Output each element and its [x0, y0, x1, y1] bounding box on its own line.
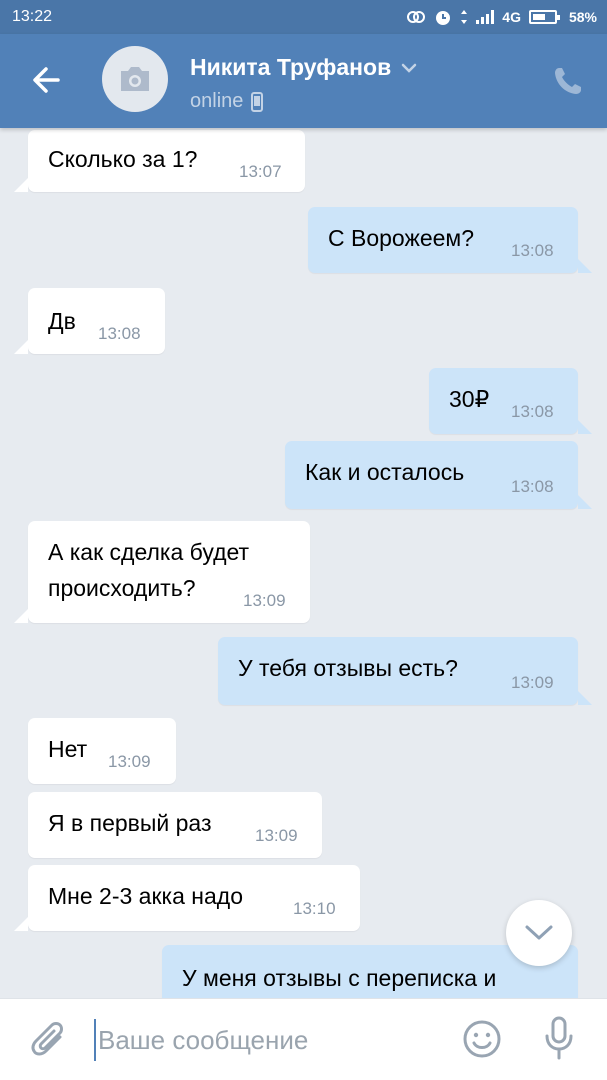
message-bubble-outgoing[interactable]: У тебя отзывы есть? 13:09 — [218, 637, 592, 705]
message-time: 13:09 — [243, 591, 286, 610]
chevron-down-icon — [525, 925, 553, 940]
message-bubble-incoming[interactable]: Нет 13:09 — [28, 718, 176, 784]
message-text: Дв — [48, 308, 76, 334]
message-time: 13:10 — [293, 899, 336, 918]
status-bar: 13:22 4G 58% — [0, 0, 607, 34]
message-text: 30₽ — [449, 386, 490, 412]
microphone-icon — [545, 1016, 573, 1060]
message-text: Мне 2-3 акка надо — [48, 883, 243, 909]
message-bubble-incoming[interactable]: А как сделка будет происходить? 13:09 — [14, 521, 310, 623]
voice-message-button[interactable] — [540, 1015, 578, 1061]
status-time: 13:22 — [12, 8, 53, 25]
message-time: 13:09 — [255, 826, 298, 845]
message-bubble-incoming[interactable]: Сколько за 1? 13:07 — [14, 130, 305, 192]
camera-icon — [121, 67, 149, 91]
message-text: У тебя отзывы есть? — [238, 655, 458, 681]
contact-subtitle: online — [190, 90, 264, 113]
back-button[interactable] — [28, 58, 68, 102]
chevron-down-icon — [402, 63, 417, 73]
message-bubble-incoming[interactable]: Я в первый раз 13:09 — [28, 792, 322, 858]
battery-icon — [528, 10, 560, 24]
message-text-line-1: А как сделка будет — [48, 539, 250, 565]
data-transfer-icon — [461, 10, 468, 24]
call-button[interactable] — [551, 64, 585, 98]
online-status: online — [190, 90, 244, 112]
smiley-icon — [463, 1020, 501, 1058]
message-time: 13:08 — [511, 477, 554, 496]
contact-name: Никита Труфанов — [190, 54, 392, 80]
paperclip-icon — [31, 1022, 63, 1056]
message-bubble-incoming[interactable]: Дв 13:08 — [14, 288, 165, 354]
message-bubble-incoming[interactable]: Мне 2-3 акка надо 13:10 — [14, 865, 360, 931]
message-text: Я в первый раз — [48, 810, 212, 836]
alarm-icon — [436, 11, 451, 25]
avatar[interactable] — [102, 46, 168, 112]
message-time: 13:08 — [511, 241, 554, 260]
message-list[interactable]: Сколько за 1? 13:07 С Ворожеем? 13:08 Дв… — [0, 128, 607, 998]
message-bubble-outgoing[interactable]: С Ворожеем? 13:08 — [308, 207, 592, 273]
attach-button[interactable] — [30, 1019, 68, 1061]
message-time: 13:08 — [511, 402, 554, 421]
message-text: У меня отзывы с переписка и — [182, 965, 497, 991]
sync-icon — [407, 11, 426, 23]
message-text: Как и осталось — [305, 459, 465, 485]
message-text: Нет — [48, 736, 88, 762]
message-input[interactable] — [94, 1019, 434, 1061]
signal-icon — [476, 10, 495, 24]
message-text: Сколько за 1? — [48, 146, 198, 172]
phone-icon — [555, 68, 581, 94]
message-time: 13:08 — [98, 324, 141, 343]
message-bubble-outgoing[interactable]: 30₽ 13:08 — [429, 368, 592, 434]
message-text: С Ворожеем? — [328, 225, 475, 251]
chat-header: Никита Труфанов online — [0, 34, 607, 128]
message-bubble-outgoing[interactable]: Как и осталось 13:08 — [285, 441, 592, 509]
message-text-line-2: происходить? — [48, 575, 196, 601]
mobile-phone-icon — [251, 91, 264, 112]
message-time: 13:09 — [108, 752, 151, 771]
message-composer — [0, 998, 607, 1080]
emoji-button[interactable] — [462, 1019, 502, 1059]
scroll-to-bottom-button[interactable] — [506, 900, 572, 966]
message-time: 13:09 — [511, 673, 554, 692]
contact-title[interactable]: Никита Труфанов — [190, 54, 417, 81]
network-type: 4G — [502, 9, 521, 25]
status-icons: 4G 58% — [406, 8, 597, 26]
arrow-left-icon — [33, 67, 60, 93]
message-time: 13:07 — [239, 162, 282, 181]
battery-percent: 58% — [568, 9, 597, 25]
